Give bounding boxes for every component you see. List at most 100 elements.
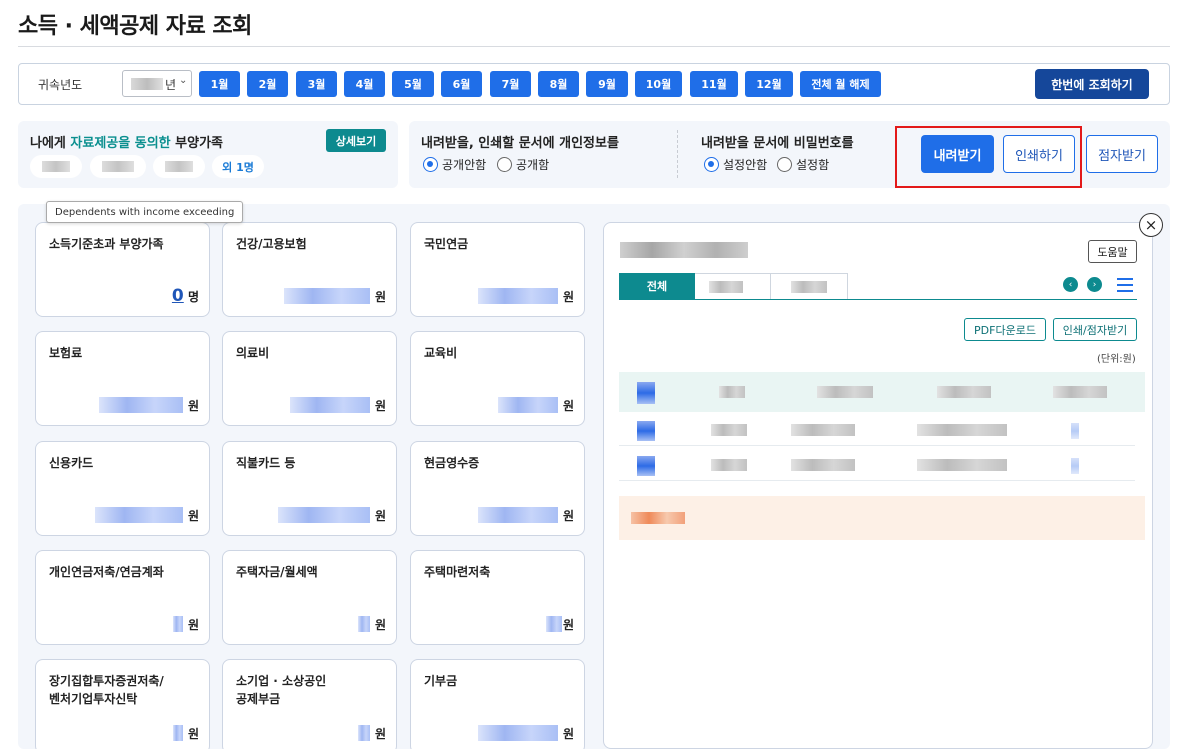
header-cell-redacted bbox=[1053, 386, 1107, 398]
card-national-pension[interactable]: 국민연금 원 bbox=[410, 222, 585, 317]
privacy-radio-hide[interactable]: 공개안함 bbox=[423, 156, 486, 173]
cell-redacted bbox=[1071, 458, 1079, 474]
month-button-12[interactable]: 12월 bbox=[745, 71, 793, 97]
card-label: 개인연금저축/연금계좌 bbox=[49, 565, 164, 579]
dependent-name-redacted bbox=[102, 161, 134, 172]
print-braille-button[interactable]: 인쇄/점자받기 bbox=[1053, 318, 1137, 341]
month-button-1[interactable]: 1월 bbox=[199, 71, 240, 97]
query-all-button[interactable]: 한번에 조회하기 bbox=[1035, 69, 1149, 99]
card-unit: 원 bbox=[562, 399, 574, 413]
tab-label-redacted bbox=[709, 281, 743, 293]
card-amount-redacted bbox=[99, 397, 183, 413]
month-button-4[interactable]: 4월 bbox=[344, 71, 385, 97]
month-button-6[interactable]: 6월 bbox=[441, 71, 482, 97]
dependents-more[interactable]: 외 1명 bbox=[212, 155, 264, 178]
notice-row bbox=[619, 496, 1145, 540]
dependents-detail-button[interactable]: 상세보기 bbox=[326, 129, 386, 152]
radio-label: 공개함 bbox=[516, 158, 550, 172]
tab-underline bbox=[619, 299, 1137, 300]
pdf-download-button[interactable]: PDF다운로드 bbox=[964, 318, 1046, 341]
card-debit-card[interactable]: 직불카드 등 원 bbox=[222, 441, 397, 536]
year-select[interactable]: 년 ⌄ bbox=[122, 70, 192, 97]
month-button-3[interactable]: 3월 bbox=[296, 71, 337, 97]
card-label: 교육비 bbox=[424, 346, 458, 360]
password-option-title: 내려받을 문서에 비밀번호를 bbox=[701, 136, 854, 151]
dependent-chip[interactable] bbox=[30, 155, 82, 178]
card-amount-redacted bbox=[173, 616, 183, 632]
card-unit: 원 bbox=[187, 399, 199, 413]
card-count[interactable]: 0 bbox=[172, 286, 184, 306]
chevron-right-icon[interactable]: › bbox=[1087, 277, 1102, 292]
cell-redacted bbox=[791, 459, 855, 471]
chevron-left-icon[interactable]: ‹ bbox=[1063, 277, 1078, 292]
card-long-term-investment[interactable]: 장기집합투자증권저축/벤처기업투자신탁 원 bbox=[35, 659, 210, 749]
card-unit: 원 bbox=[562, 618, 574, 632]
month-button-11[interactable]: 11월 bbox=[690, 71, 738, 97]
card-medical[interactable]: 의료비 원 bbox=[222, 331, 397, 426]
clear-all-months-button[interactable]: 전체 월 해제 bbox=[800, 71, 881, 97]
privacy-radio-show[interactable]: 공개함 bbox=[497, 156, 549, 173]
help-button[interactable]: 도움말 bbox=[1088, 240, 1137, 263]
highlight-box bbox=[895, 126, 1082, 188]
card-label-line2: 공제부금 bbox=[236, 692, 281, 706]
card-amount-redacted bbox=[478, 288, 558, 304]
card-unit: 원 bbox=[562, 509, 574, 523]
tab-redacted[interactable] bbox=[771, 273, 848, 299]
card-unit: 원 bbox=[374, 727, 386, 741]
card-housing-savings[interactable]: 주택마련저축 원 bbox=[410, 550, 585, 645]
table-row[interactable] bbox=[619, 413, 1135, 446]
header-cell-redacted bbox=[817, 386, 873, 398]
card-unit: 원 bbox=[187, 727, 199, 741]
password-radio-off[interactable]: 설정안함 bbox=[704, 156, 767, 173]
header-cell-redacted bbox=[937, 386, 991, 398]
month-button-7[interactable]: 7월 bbox=[490, 71, 531, 97]
month-button-9[interactable]: 9월 bbox=[586, 71, 628, 97]
card-label: 보험료 bbox=[49, 346, 83, 360]
card-personal-pension[interactable]: 개인연금저축/연금계좌 원 bbox=[35, 550, 210, 645]
month-button-10[interactable]: 10월 bbox=[635, 71, 682, 97]
radio-label: 공개안함 bbox=[442, 158, 487, 172]
card-housing-fund-rent[interactable]: 주택자금/월세액 원 bbox=[222, 550, 397, 645]
card-cash-receipt[interactable]: 현금영수증 원 bbox=[410, 441, 585, 536]
card-small-business-mutual-aid[interactable]: 소기업 · 소상공인 공제부금 원 bbox=[222, 659, 397, 749]
dependents-title: 나에게 자료제공을 동의한 부양가족 bbox=[30, 132, 223, 151]
card-unit: 원 bbox=[374, 399, 386, 413]
tab-all[interactable]: 전체 bbox=[619, 273, 695, 299]
card-amount-redacted bbox=[478, 507, 558, 523]
card-label: 장기집합투자증권저축/벤처기업투자신탁 bbox=[49, 672, 164, 708]
table-row[interactable] bbox=[619, 448, 1135, 481]
card-label-line2: 벤처기업투자신탁 bbox=[49, 692, 138, 706]
card-education[interactable]: 교육비 원 bbox=[410, 331, 585, 426]
card-amount-redacted bbox=[358, 725, 370, 741]
cell-redacted bbox=[711, 459, 747, 471]
month-button-8[interactable]: 8월 bbox=[538, 71, 579, 97]
card-donation[interactable]: 기부금 원 bbox=[410, 659, 585, 749]
month-button-5[interactable]: 5월 bbox=[392, 71, 434, 97]
card-label: 현금영수증 bbox=[424, 456, 480, 470]
braille-button[interactable]: 점자받기 bbox=[1086, 135, 1158, 173]
close-icon[interactable]: × bbox=[1139, 213, 1163, 237]
cell-redacted bbox=[637, 456, 655, 476]
card-credit-card[interactable]: 신용카드 원 bbox=[35, 441, 210, 536]
dependent-name-redacted bbox=[42, 161, 70, 172]
card-insurance[interactable]: 보험료 원 bbox=[35, 331, 210, 426]
card-label: 신용카드 bbox=[49, 456, 94, 470]
dependent-chip[interactable] bbox=[90, 155, 146, 178]
card-income-excess-dependents[interactable]: 소득기준초과 부양가족 0 명 bbox=[35, 222, 210, 317]
card-amount-redacted bbox=[95, 507, 183, 523]
card-label: 기부금 bbox=[424, 674, 458, 688]
card-label: 주택자금/월세액 bbox=[236, 565, 318, 579]
month-button-2[interactable]: 2월 bbox=[247, 71, 288, 97]
password-radio-on[interactable]: 설정함 bbox=[777, 156, 829, 173]
page-title: 소득 · 세액공제 자료 조회 bbox=[18, 14, 252, 39]
unit-label: (단위:원) bbox=[1097, 354, 1136, 365]
card-tooltip: Dependents with income exceeding bbox=[46, 201, 244, 223]
card-health-employment-insurance[interactable]: 건강/고용보험 원 bbox=[222, 222, 397, 317]
card-label-line1: 장기집합투자증권저축/ bbox=[49, 674, 164, 688]
card-unit: 원 bbox=[562, 290, 574, 304]
dependent-chip[interactable] bbox=[153, 155, 205, 178]
card-label: 주택마련저축 bbox=[424, 565, 491, 579]
tab-redacted[interactable] bbox=[695, 273, 771, 299]
menu-icon[interactable] bbox=[1117, 278, 1133, 292]
card-unit: 원 bbox=[374, 290, 386, 304]
